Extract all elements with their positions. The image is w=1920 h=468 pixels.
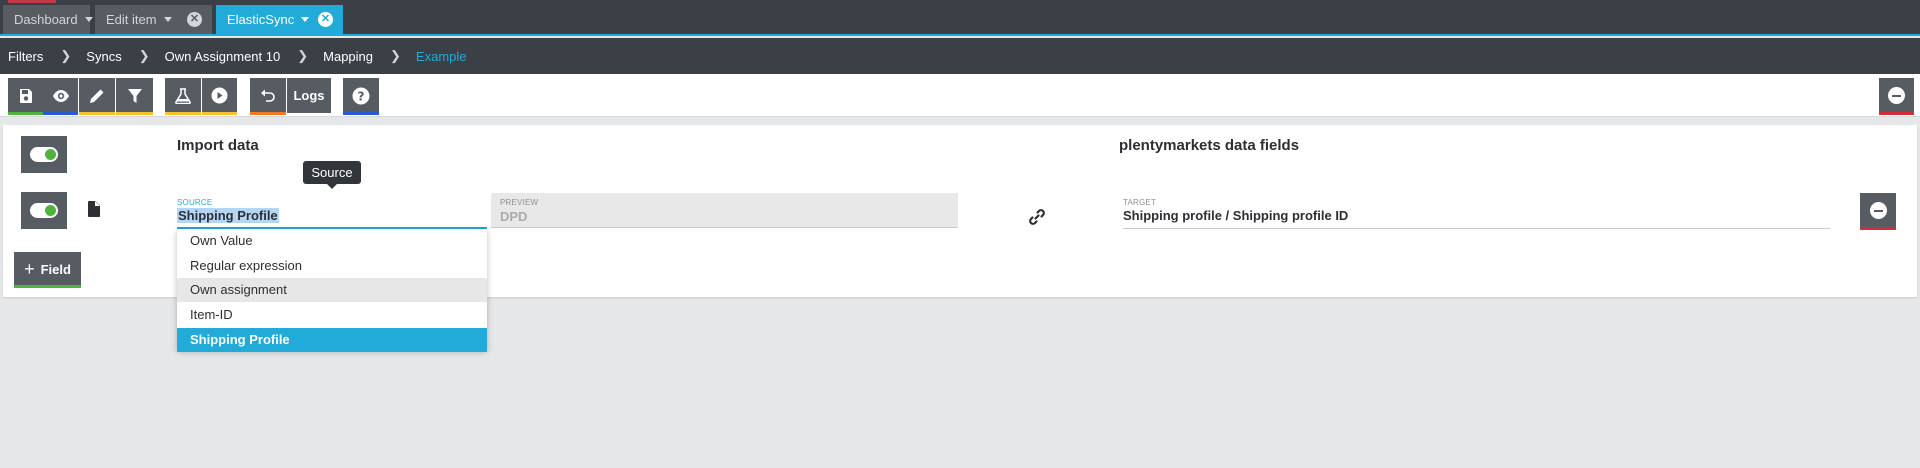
chevron-right-icon: ❯ [60, 48, 72, 63]
button-accent [165, 112, 201, 115]
save-button[interactable] [8, 78, 43, 115]
tab-indicator [8, 0, 56, 3]
row-active-toggle[interactable] [21, 192, 67, 229]
target-select[interactable]: Shipping profile / Shipping profile ID [1123, 207, 1830, 229]
play-icon [211, 87, 228, 104]
file-icon[interactable] [88, 201, 100, 217]
button-accent [343, 112, 379, 115]
preview-field: PREVIEW DPD [491, 193, 958, 228]
save-icon [19, 88, 32, 103]
breadcrumb-syncs[interactable]: Syncs [86, 49, 121, 64]
tab-dashboard[interactable]: Dashboard [3, 5, 93, 34]
preview-value: DPD [500, 209, 528, 224]
toolbar: Logs ? [0, 74, 1920, 117]
button-accent [202, 112, 237, 115]
button-accent [1860, 227, 1896, 230]
tab-label: Edit item [106, 12, 157, 27]
undo-icon [261, 89, 275, 102]
active-toggle-all[interactable] [21, 136, 67, 173]
tab-label: Dashboard [14, 12, 78, 27]
eye-icon [52, 89, 69, 102]
source-value: Shipping Profile [177, 208, 279, 223]
plus-icon: + [24, 259, 35, 279]
preview-label: PREVIEW [500, 198, 539, 207]
add-field-button[interactable]: + Field [14, 252, 81, 288]
remove-row-button[interactable] [1860, 193, 1896, 230]
toggle-knob [45, 149, 56, 160]
source-dropdown: Own Value Regular expression Own assignm… [177, 229, 487, 352]
logs-button[interactable]: Logs [287, 78, 331, 113]
undo-button[interactable] [250, 78, 286, 115]
chevron-right-icon: ❯ [297, 48, 309, 63]
button-accent [79, 112, 115, 115]
source-label: SOURCE [177, 198, 213, 207]
tab-label: ElasticSync [227, 12, 295, 27]
flask-icon [175, 87, 191, 104]
target-fields-title: plentymarkets data fields [1119, 137, 1300, 154]
button-accent [1879, 112, 1914, 115]
minus-circle-icon [1869, 202, 1887, 219]
filter-icon [127, 88, 142, 103]
edit-button[interactable] [79, 78, 115, 115]
delete-all-button[interactable] [1879, 78, 1914, 115]
button-accent [14, 285, 81, 288]
dropdown-option-item-id[interactable]: Item-ID [177, 303, 487, 327]
breadcrumb-example[interactable]: Example [416, 49, 467, 64]
tab-edit-item[interactable]: Edit item ✕ [95, 5, 212, 34]
preview-button[interactable] [43, 78, 78, 115]
chevron-down-icon[interactable] [84, 17, 93, 22]
button-accent [116, 112, 153, 115]
help-button[interactable]: ? [343, 78, 379, 115]
filter-button[interactable] [116, 78, 153, 115]
test-button[interactable] [165, 78, 201, 115]
toggle-knob [45, 205, 56, 216]
target-value: Shipping profile / Shipping profile ID [1123, 208, 1349, 223]
minus-circle-icon [1888, 87, 1905, 104]
dropdown-option-shipping-profile[interactable]: Shipping Profile [177, 327, 487, 352]
toggle-track [30, 147, 58, 162]
add-field-label: Field [40, 261, 71, 277]
toggle-track [30, 203, 58, 218]
chevron-down-icon[interactable] [163, 17, 172, 22]
button-accent [8, 112, 43, 115]
import-data-title: Import data [177, 137, 259, 154]
chevron-right-icon: ❯ [138, 48, 150, 63]
link-icon[interactable] [1028, 208, 1046, 226]
tab-elasticsync[interactable]: ElasticSync ✕ [216, 5, 343, 34]
button-accent [250, 112, 286, 115]
source-tooltip: Source [303, 161, 361, 189]
close-icon[interactable]: ✕ [187, 12, 202, 27]
breadcrumb-own-assignment[interactable]: Own Assignment 10 [165, 49, 281, 64]
close-icon[interactable]: ✕ [318, 12, 333, 27]
tab-bar: Dashboard Edit item ✕ ElasticSync ✕ [0, 0, 1920, 36]
dropdown-option-regex[interactable]: Regular expression [177, 254, 487, 278]
dropdown-option-own-value[interactable]: Own Value [177, 229, 487, 253]
svg-text:?: ? [358, 89, 365, 103]
chevron-right-icon: ❯ [390, 48, 401, 63]
breadcrumb-filters[interactable]: Filters [8, 49, 43, 64]
dropdown-option-own-assignment[interactable]: Own assignment [177, 278, 487, 303]
breadcrumb: Filters ❯ Syncs ❯ Own Assignment 10 ❯ Ma… [0, 38, 1920, 74]
source-select[interactable]: Shipping Profile [177, 207, 487, 229]
help-icon: ? [352, 87, 370, 104]
target-label: TARGET [1123, 198, 1157, 207]
chevron-down-icon[interactable] [301, 17, 310, 22]
run-button[interactable] [202, 78, 237, 115]
pencil-icon [90, 89, 104, 103]
breadcrumb-mapping[interactable]: Mapping [323, 49, 373, 64]
button-accent [43, 112, 78, 115]
logs-label: Logs [293, 88, 325, 103]
